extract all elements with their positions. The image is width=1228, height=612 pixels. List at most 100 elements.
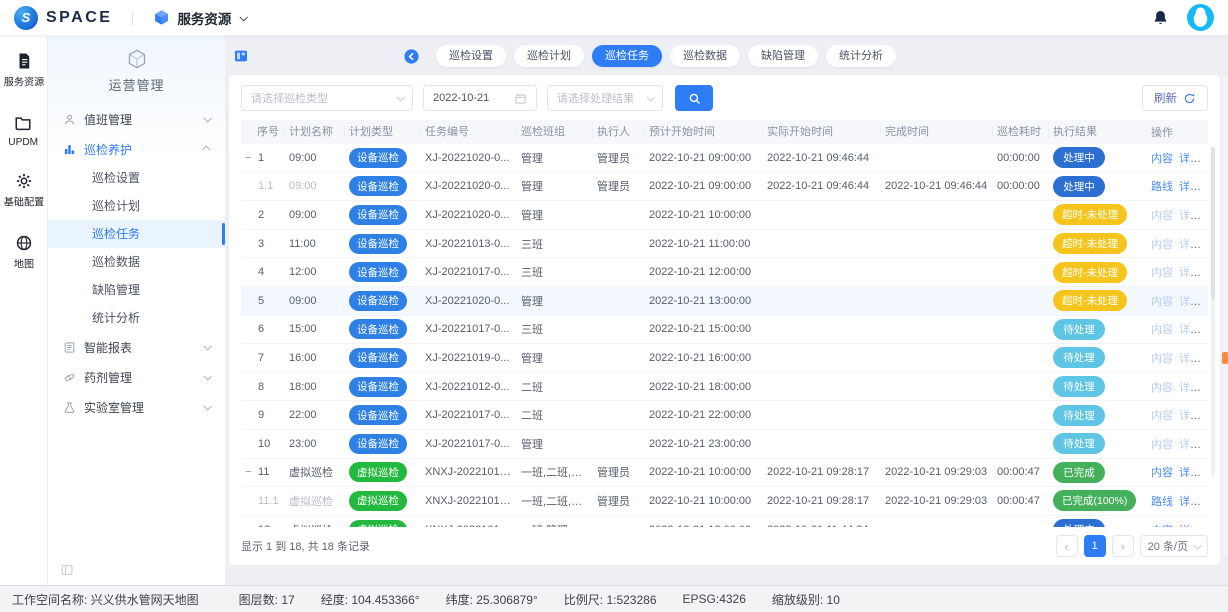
op-link[interactable]: 详情 <box>1179 181 1201 193</box>
rail-item-updm[interactable]: UPDM <box>7 114 39 148</box>
table-row[interactable]: 11.1虚拟巡检虚拟巡检XNXJ-20221017...一班,二班,三班...管… <box>241 487 1208 516</box>
table-row[interactable]: 1.109:00设备巡检XJ-20221020-0...管理管理员2022-10… <box>241 173 1208 202</box>
result-select[interactable]: 请选择处理结果 <box>547 85 663 111</box>
cell-plan-name: 23:00 <box>285 438 345 450</box>
tab-inspection-plan[interactable]: 巡检计划 <box>514 45 584 67</box>
op-link[interactable]: 路线 <box>1151 181 1173 193</box>
sidebar-item-inspection-data[interactable]: 巡检数据 <box>48 248 225 276</box>
cell-plan-type: 虚拟巡检 <box>345 520 421 527</box>
op-link: 详情 <box>1179 324 1201 336</box>
tab-inspection-task[interactable]: 巡检任务 <box>592 45 662 67</box>
medicine-icon <box>63 371 76 384</box>
table-row[interactable]: 509:00设备巡检XJ-20221020-0...管理2022-10-21 1… <box>241 287 1208 316</box>
op-link: 内容 <box>1151 382 1173 394</box>
sidebar-item-statistics-analysis[interactable]: 统计分析 <box>48 304 225 332</box>
op-link[interactable]: 详情 <box>1179 467 1201 479</box>
sidebar-collapse-icon[interactable] <box>60 563 74 577</box>
op-link: 详情 <box>1179 239 1201 251</box>
collapse-toggle[interactable]: − <box>245 152 258 164</box>
sidebar-item-inspection-settings[interactable]: 巡检设置 <box>48 164 225 192</box>
table-row[interactable]: −109:00设备巡检XJ-20221020-0...管理管理员2022-10-… <box>241 144 1208 173</box>
op-link[interactable]: 详情 <box>1179 153 1201 165</box>
cell-actions: 内容详情 <box>1147 293 1207 309</box>
table-row[interactable]: 615:00设备巡检XJ-20221017-0...三班2022-10-21 1… <box>241 316 1208 345</box>
rail-item-map[interactable]: 地图 <box>13 234 35 272</box>
panel-toggle-icon[interactable] <box>233 48 249 64</box>
rail-item-basic-config[interactable]: 基础配置 <box>2 172 46 210</box>
folder-icon <box>14 114 32 132</box>
sidebar-group-smart-report[interactable]: 智能报表 <box>48 332 225 362</box>
app-shell: 服务资源UPDM基础配置地图 运营管理 值班管理巡检养护巡检设置巡检计划巡检任务… <box>0 36 1228 585</box>
cell-team: 管理 <box>517 150 593 166</box>
current-page-button[interactable]: 1 <box>1084 535 1106 557</box>
cell-duration: 00:00:00 <box>993 180 1049 192</box>
plan-type-badge: 虚拟巡检 <box>349 520 407 527</box>
cell-result: 超时-未处理 <box>1049 262 1147 283</box>
module-switcher[interactable]: 服务资源 <box>153 8 246 28</box>
op-link[interactable]: 内容 <box>1151 467 1173 479</box>
table-row[interactable]: 818:00设备巡检XJ-20221012-0...二班2022-10-21 1… <box>241 373 1208 402</box>
refresh-button[interactable]: 刷新 <box>1142 85 1208 111</box>
table-row[interactable]: 412:00设备巡检XJ-20221017-0...三班2022-10-21 1… <box>241 258 1208 287</box>
tab-inspection-data[interactable]: 巡检数据 <box>670 45 740 67</box>
cell-plan-type: 设备巡检 <box>345 377 421 397</box>
table-scrollbar[interactable] <box>1211 147 1215 477</box>
avatar[interactable] <box>1187 4 1214 31</box>
window-scrollbar[interactable] <box>1222 76 1228 555</box>
table-row[interactable]: 716:00设备巡检XJ-20221019-0...管理2022-10-21 1… <box>241 344 1208 373</box>
chevron-down-icon <box>203 372 211 380</box>
table-row[interactable]: −11虚拟巡检虚拟巡检XNXJ-20221017...一班,二班,三班...管理… <box>241 459 1208 488</box>
op-link: 内容 <box>1151 439 1173 451</box>
primary-rail: 服务资源 UPDM 基础配置地图 <box>0 36 48 585</box>
sidebar-item-defect-management[interactable]: 缺陷管理 <box>48 276 225 304</box>
sidebar-group-inspection-maintenance[interactable]: 巡检养护 <box>48 134 225 164</box>
cell-plan-start: 2022-10-21 13:00:00 <box>645 295 763 307</box>
date-picker[interactable]: 2022-10-21 <box>423 85 537 111</box>
plan-type-badge: 虚拟巡检 <box>349 491 407 511</box>
cell-plan-name: 09:00 <box>285 295 345 307</box>
cell-result: 待处理 <box>1049 376 1147 397</box>
collapse-toggle[interactable]: − <box>245 466 258 478</box>
cell-plan-start: 2022-10-21 18:00:00 <box>645 381 763 393</box>
rail-item-service-resource[interactable]: 服务资源 <box>2 52 46 90</box>
status-badge: 待处理 <box>1053 433 1105 454</box>
search-button[interactable] <box>675 85 713 111</box>
rail-item-label: 服务资源 <box>3 75 43 90</box>
tab-statistics-analysis[interactable]: 统计分析 <box>826 45 896 67</box>
collapse-circle-icon[interactable] <box>403 48 420 65</box>
cell-task-code: XJ-20221017-0... <box>421 438 517 450</box>
table-row[interactable]: 922:00设备巡检XJ-20221017-0...二班2022-10-21 2… <box>241 401 1208 430</box>
rail-item-label: 地图 <box>13 257 33 272</box>
table-row[interactable]: 209:00设备巡检XJ-20221020-0...管理2022-10-21 1… <box>241 201 1208 230</box>
plan-type-badge: 设备巡检 <box>349 405 407 425</box>
table-row[interactable]: 12虚拟巡检虚拟巡检XNXJ-20221017...一班,管理2022-10-2… <box>241 516 1208 527</box>
status-badge: 处理中 <box>1053 147 1105 168</box>
scrollbar-thumb[interactable] <box>1211 147 1215 299</box>
sidebar-group-chemical-management[interactable]: 药剂管理 <box>48 362 225 392</box>
sidebar-group-duty-management[interactable]: 值班管理 <box>48 104 225 134</box>
chevron-down-icon <box>396 93 404 101</box>
op-link: 详情 <box>1179 439 1201 451</box>
next-page-button[interactable]: › <box>1112 535 1134 557</box>
op-link[interactable]: 内容 <box>1151 153 1173 165</box>
status-badge: 待处理 <box>1053 319 1105 340</box>
page-size-select[interactable]: 20 条/页 <box>1140 535 1208 557</box>
op-link[interactable]: 详情 <box>1179 496 1201 508</box>
tab-inspection-settings[interactable]: 巡检设置 <box>436 45 506 67</box>
cell-actions: 内容详情 <box>1147 321 1207 337</box>
prev-page-button[interactable]: ‹ <box>1056 535 1078 557</box>
op-link[interactable]: 路线 <box>1151 496 1173 508</box>
table-row[interactable]: 311:00设备巡检XJ-20221013-0...三班2022-10-21 1… <box>241 230 1208 259</box>
cell-plan-start: 2022-10-21 15:00:00 <box>645 323 763 335</box>
notification-bell-icon[interactable] <box>1152 9 1169 26</box>
chevron-up-icon <box>202 145 210 153</box>
cell-no: 1.1 <box>241 180 285 192</box>
inspection-type-select[interactable]: 请选择巡检类型 <box>241 85 413 111</box>
cell-actions: 内容详情 <box>1147 464 1207 480</box>
tab-defect-management[interactable]: 缺陷管理 <box>748 45 818 67</box>
sidebar-item-inspection-plan[interactable]: 巡检计划 <box>48 192 225 220</box>
sidebar-group-lab-management[interactable]: 实验室管理 <box>48 392 225 422</box>
table-row[interactable]: 1023:00设备巡检XJ-20221017-0...管理2022-10-21 … <box>241 430 1208 459</box>
sidebar-item-inspection-task[interactable]: 巡检任务 <box>48 220 225 248</box>
status-badge: 超时-未处理 <box>1053 204 1127 225</box>
